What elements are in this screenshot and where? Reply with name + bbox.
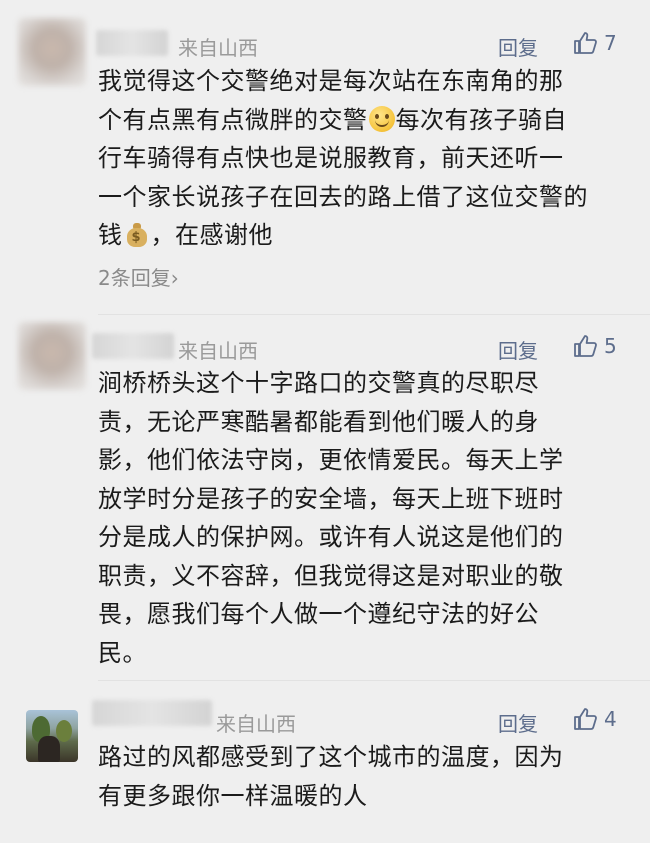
comment-text: 路过的风都感受到了这个城市的温度，因为 有更多跟你一样温暖的人 [98, 738, 628, 815]
money-bag-emoji: $ [125, 221, 149, 247]
text-line: 行车骑得有点快也是说服教育，前天还听一 [98, 144, 564, 172]
divider [98, 314, 650, 315]
reply-button[interactable]: 回复 [498, 708, 538, 737]
text-segment: 每次有孩子骑自 [395, 105, 567, 134]
reply-button[interactable]: 回复 [498, 335, 538, 364]
text-line: 一个家长说孩子在回去的路上借了这位交警的 [98, 182, 588, 211]
like-button[interactable]: 4 [572, 706, 617, 732]
comment-text: 涧桥桥头这个十字路口的交警真的尽职尽 责，无论严寒酷暑都能看到他们暖人的身 影，… [98, 364, 628, 672]
username-blurred[interactable] [92, 700, 212, 726]
chevron-right-icon: › [170, 266, 179, 290]
text-line: 畏，愿我们每个人做一个遵纪守法的好公 [98, 600, 539, 628]
smiling-face-emoji [368, 105, 395, 132]
thumbs-up-outline-icon [574, 32, 597, 54]
more-replies-label: 2条回复 [98, 266, 171, 290]
text-segment: ，在感谢他 [150, 221, 273, 249]
avatar[interactable] [26, 710, 78, 762]
reply-button[interactable]: 回复 [498, 32, 538, 61]
location-label: 来自山西 [178, 339, 258, 363]
text-line: 我觉得这个交警绝对是每次站在东南角的那 [98, 67, 564, 95]
like-count: 4 [604, 707, 617, 731]
divider [98, 680, 650, 681]
text-line: 有更多跟你一样温暖的人 [98, 781, 368, 810]
like-button[interactable]: 5 [572, 333, 617, 359]
avatar[interactable] [18, 18, 86, 86]
text-line: 钱 $ ，在感谢他 [98, 216, 628, 255]
text-line: 民。 [98, 638, 147, 667]
text-line: 放学时分是孩子的安全墙，每天上班下班时 [98, 484, 564, 513]
avatar[interactable] [18, 322, 86, 390]
text-line: 责，无论严寒酷暑都能看到他们暖人的身 [98, 407, 539, 436]
text-line: 影，他们依法守岗，更依情爱民。每天上学 [98, 446, 564, 474]
like-button[interactable]: 7 [572, 30, 617, 56]
like-count: 5 [604, 334, 617, 358]
comment-text: 我觉得这个交警绝对是每次站在东南角的那 个有点黑有点微胖的交警 每次有孩子骑自 行… [98, 62, 628, 255]
location-label: 来自山西 [216, 712, 296, 736]
like-count: 7 [604, 31, 617, 55]
location-label: 来自山西 [178, 36, 258, 60]
thumbs-up-outline-icon [574, 708, 597, 730]
text-segment: 钱 [98, 221, 123, 249]
text-line: 分是成人的保护网。或许有人说这是他们的 [98, 523, 564, 551]
text-segment: 个有点黑有点微胖的交警 [98, 105, 368, 134]
text-line: 涧桥桥头这个十字路口的交警真的尽职尽 [98, 369, 539, 397]
thumbs-up-outline-icon [574, 335, 597, 357]
text-line: 职责，义不容辞，但我觉得这是对职业的敬 [98, 561, 564, 590]
text-line: 路过的风都感受到了这个城市的温度，因为 [98, 743, 564, 771]
username-blurred[interactable] [96, 30, 168, 56]
username-blurred[interactable] [92, 333, 174, 359]
text-line: 个有点黑有点微胖的交警 每次有孩子骑自 [98, 101, 628, 140]
more-replies-link[interactable]: 2条回复› [98, 262, 179, 291]
